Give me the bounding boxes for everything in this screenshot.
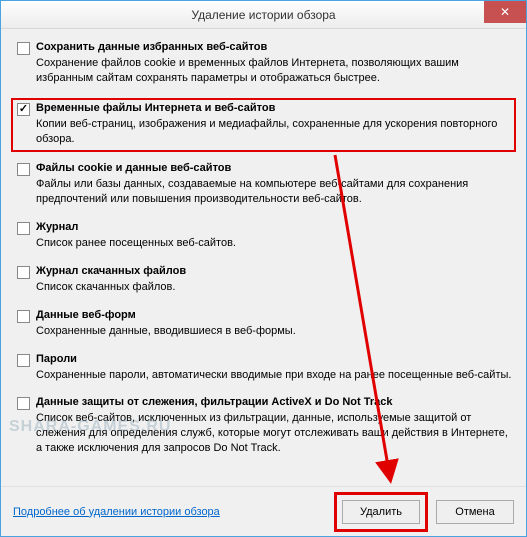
option-tracking-protection: Данные защиты от слежения, фильтрации Ac… bbox=[13, 394, 514, 460]
footer-buttons: Удалить Отмена bbox=[334, 492, 514, 532]
option-label: Журнал bbox=[36, 221, 78, 233]
option-label: Журнал скачанных файлов bbox=[36, 265, 186, 277]
delete-button[interactable]: Удалить bbox=[342, 500, 420, 524]
checkbox-temp-internet-files[interactable] bbox=[17, 103, 30, 116]
about-deleting-link[interactable]: Подробнее об удалении истории обзора bbox=[13, 506, 220, 518]
close-button[interactable]: ✕ bbox=[484, 1, 526, 23]
option-description: Файлы или базы данных, создаваемые на ко… bbox=[36, 177, 512, 207]
option-head: Журнал bbox=[15, 221, 512, 235]
option-passwords: Пароли Сохраненные пароли, автоматически … bbox=[13, 351, 514, 387]
cancel-button[interactable]: Отмена bbox=[436, 500, 514, 524]
option-label: Файлы cookie и данные веб-сайтов bbox=[36, 162, 231, 174]
titlebar: Удаление истории обзора ✕ bbox=[1, 1, 526, 29]
option-head: Журнал скачанных файлов bbox=[15, 265, 512, 279]
option-head: Пароли bbox=[15, 353, 512, 367]
option-temp-internet-files: Временные файлы Интернета и веб-сайтов Ко… bbox=[11, 98, 516, 153]
option-head: Сохранить данные избранных веб-сайтов bbox=[15, 41, 512, 55]
checkbox-form-data[interactable] bbox=[17, 310, 30, 323]
option-label: Данные веб-форм bbox=[36, 309, 136, 321]
option-head: Данные веб-форм bbox=[15, 309, 512, 323]
option-head: Временные файлы Интернета и веб-сайтов bbox=[15, 102, 512, 116]
option-head: Файлы cookie и данные веб-сайтов bbox=[15, 162, 512, 176]
checkbox-cookies[interactable] bbox=[17, 163, 30, 176]
checkbox-download-history[interactable] bbox=[17, 266, 30, 279]
option-history: Журнал Список ранее посещенных веб-сайтов… bbox=[13, 219, 514, 255]
option-description: Сохраненные пароли, автоматически вводим… bbox=[36, 368, 512, 383]
option-form-data: Данные веб-форм Сохраненные данные, вводи… bbox=[13, 307, 514, 343]
dialog-window: Удаление истории обзора ✕ Сохранить данн… bbox=[0, 0, 527, 537]
option-label: Временные файлы Интернета и веб-сайтов bbox=[36, 102, 275, 114]
option-cookies: Файлы cookie и данные веб-сайтов Файлы ил… bbox=[13, 160, 514, 211]
checkbox-passwords[interactable] bbox=[17, 354, 30, 367]
option-label: Сохранить данные избранных веб-сайтов bbox=[36, 41, 267, 53]
checkbox-tracking-protection[interactable] bbox=[17, 397, 30, 410]
option-description: Копии веб-страниц, изображения и медиафа… bbox=[36, 117, 512, 147]
close-icon: ✕ bbox=[500, 5, 510, 19]
delete-button-highlight: Удалить bbox=[334, 492, 428, 532]
option-description: Список скачанных файлов. bbox=[36, 280, 512, 295]
checkbox-history[interactable] bbox=[17, 222, 30, 235]
option-description: Список веб-сайтов, исключенных из фильтр… bbox=[36, 411, 512, 456]
option-download-history: Журнал скачанных файлов Список скачанных … bbox=[13, 263, 514, 299]
option-description: Сохранение файлов cookie и временных фай… bbox=[36, 56, 512, 86]
footer: Подробнее об удалении истории обзора Уда… bbox=[1, 486, 526, 536]
option-description: Сохраненные данные, вводившиеся в веб-фо… bbox=[36, 324, 512, 339]
window-title: Удаление истории обзора bbox=[191, 8, 335, 22]
option-head: Данные защиты от слежения, фильтрации Ac… bbox=[15, 396, 512, 410]
checkbox-preserve-favorites[interactable] bbox=[17, 42, 30, 55]
option-label: Данные защиты от слежения, фильтрации Ac… bbox=[36, 396, 392, 408]
content-area: Сохранить данные избранных веб-сайтов Сох… bbox=[1, 29, 526, 486]
option-preserve-favorites: Сохранить данные избранных веб-сайтов Сох… bbox=[13, 39, 514, 90]
option-label: Пароли bbox=[36, 353, 77, 365]
option-description: Список ранее посещенных веб-сайтов. bbox=[36, 236, 512, 251]
